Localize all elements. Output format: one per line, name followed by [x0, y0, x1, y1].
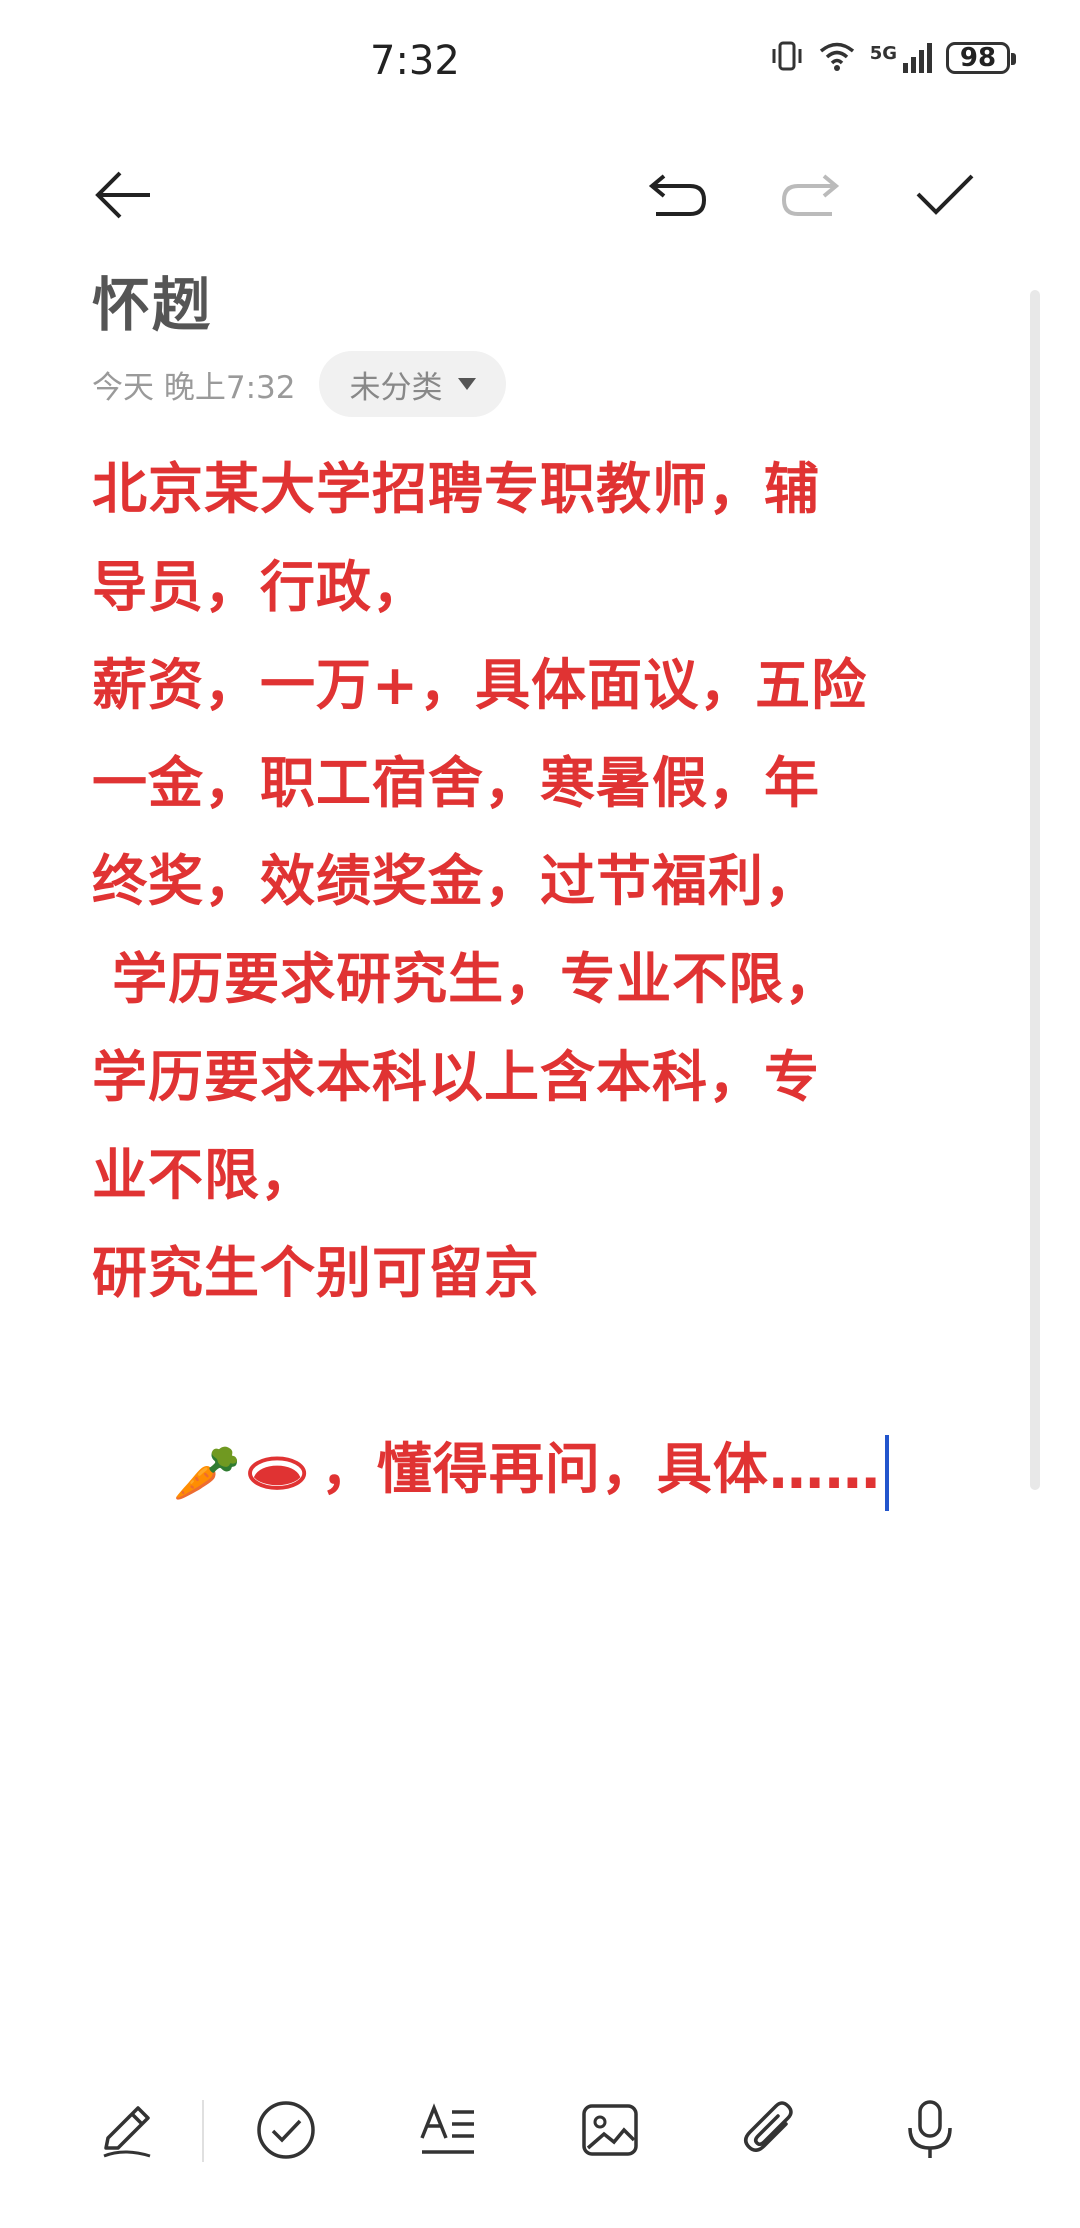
battery-icon: 98 — [946, 42, 1016, 74]
note-line: 导员，行政， — [92, 555, 429, 619]
note-line: 一金，职工宿舍，寒暑假，年 — [92, 751, 821, 815]
note-line: 学历要求本科以上含本科，专 — [92, 1045, 821, 1109]
carrot-hole-emoji: 🥕🕳 — [172, 1440, 313, 1505]
microphone-icon[interactable] — [890, 2090, 970, 2170]
text-format-icon[interactable] — [408, 2090, 488, 2170]
note-line: 研究生个别可留京 — [92, 1241, 541, 1305]
note-date: 今天 晚上7:32 — [92, 369, 296, 406]
redo-icon[interactable] — [776, 160, 846, 230]
category-label: 未分类 — [349, 369, 443, 406]
note-title[interactable]: 怀趔 — [92, 258, 212, 342]
toolbar-divider — [202, 2100, 204, 2162]
note-line: 业不限， — [92, 1143, 317, 1207]
note-line: 学历要求研究生，专业不限， — [92, 947, 841, 1011]
pen-icon[interactable] — [86, 2090, 166, 2170]
note-meta: 今天 晚上7:32 未分类 — [92, 350, 507, 418]
chevron-down-icon — [458, 378, 477, 390]
note-line-last-text: ，懂得再问，具体…… — [320, 1437, 881, 1501]
checklist-icon[interactable] — [246, 2090, 326, 2170]
signal-icon: 5G — [870, 43, 932, 73]
scrollbar[interactable] — [1030, 290, 1040, 1490]
vibrate-icon — [770, 40, 804, 76]
top-toolbar — [0, 140, 1080, 240]
undo-icon[interactable] — [642, 160, 712, 230]
network-type: 5G — [869, 43, 897, 64]
wifi-icon — [818, 40, 856, 76]
text-cursor — [884, 1434, 889, 1511]
note-line: 北京某大学招聘专职教师，辅 — [92, 457, 821, 521]
note-line: 终奖，效绩奖金，过节福利， — [92, 849, 821, 913]
image-icon[interactable] — [570, 2090, 650, 2170]
status-time: 7:32 — [370, 38, 460, 84]
note-line: 薪资，一万+，具体面议，五险 — [92, 653, 868, 717]
bottom-toolbar — [0, 2070, 1080, 2190]
category-dropdown[interactable]: 未分类 — [319, 351, 507, 417]
attachment-icon[interactable] — [730, 2090, 810, 2170]
check-icon[interactable] — [910, 160, 980, 230]
status-icons: 5G 98 — [770, 40, 1016, 76]
back-arrow-icon[interactable] — [88, 160, 158, 230]
status-bar: 7:32 5G 98 — [0, 0, 1080, 120]
note-line-last: 🥕🕳 ，懂得再问，具体…… — [92, 1322, 997, 1620]
note-body[interactable]: 北京某大学招聘专职教师，辅 导员，行政， 薪资，一万+，具体面议，五险 一金，职… — [92, 440, 997, 1620]
